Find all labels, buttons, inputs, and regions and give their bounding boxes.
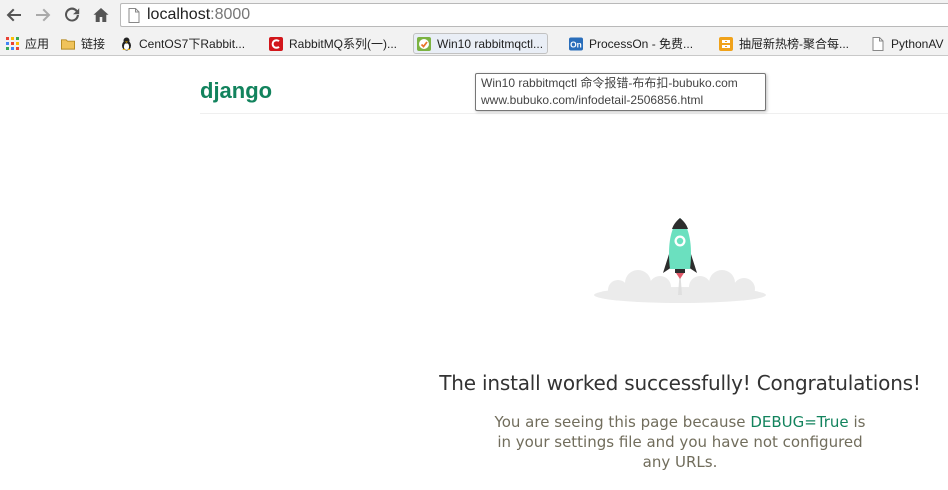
processon-icon: On <box>569 36 583 51</box>
bubuko-icon <box>417 36 431 51</box>
folder-icon <box>61 37 75 51</box>
bookmark-label: 抽屉新热榜-聚合每... <box>739 37 849 51</box>
page-icon <box>128 8 140 27</box>
bookmark-apps[interactable]: 应用 <box>5 32 49 55</box>
chouti-icon <box>719 36 733 51</box>
back-arrow-icon[interactable] <box>3 4 25 26</box>
rocket-icon <box>594 218 766 303</box>
bookmark-label: 链接 <box>81 37 106 51</box>
bookmarks-bar: 应用 链接 CentOS7下Rabbit... RabbitMQ系列(一)...… <box>0 32 948 56</box>
cnblogs-icon <box>269 36 283 51</box>
reload-icon[interactable] <box>61 4 83 26</box>
bookmark-label: Win10 rabbitmqctl... <box>437 36 544 51</box>
bookmark-pythonav[interactable]: PythonAV <box>871 32 943 55</box>
linux-tux-icon <box>119 37 133 51</box>
tooltip-title: Win10 rabbitmqctl 命令报错-布布扣-bubuko.com <box>481 76 738 90</box>
address-bar[interactable]: localhost:8000 <box>120 3 948 27</box>
home-icon[interactable] <box>90 4 112 26</box>
bookmark-label: 应用 <box>25 37 50 51</box>
page-icon <box>871 36 885 51</box>
bookmark-label: RabbitMQ系列(一)... <box>289 37 398 51</box>
bookmark-win10-rabbitmqctl[interactable]: Win10 rabbitmqctl... <box>413 33 549 54</box>
bookmark-tooltip: Win10 rabbitmqctl 命令报错-布布扣-bubuko.com ww… <box>475 73 766 111</box>
bookmark-rabbitmq[interactable]: RabbitMQ系列(一)... <box>269 32 397 55</box>
bookmark-label: CentOS7下Rabbit... <box>139 37 246 51</box>
url-text[interactable]: localhost:8000 <box>147 6 250 24</box>
sub-text-before: You are seeing this page because <box>494 413 751 431</box>
debug-setting: DEBUG=True <box>750 413 849 431</box>
forward-arrow-icon[interactable] <box>32 4 54 26</box>
url-host: localhost <box>147 6 211 23</box>
rocket-illustration <box>590 213 770 305</box>
apps-grid-icon <box>5 37 19 51</box>
debug-explanation: You are seeing this page because DEBUG=T… <box>486 412 874 472</box>
bookmark-processon[interactable]: On ProcessOn - 免费... <box>569 32 693 55</box>
header-divider <box>200 113 948 114</box>
bookmark-label: PythonAV <box>891 36 944 51</box>
django-logo[interactable]: django <box>200 78 272 104</box>
browser-toolbar: localhost:8000 <box>0 0 948 32</box>
bookmark-chouti[interactable]: 抽屉新热榜-聚合每... <box>719 32 849 55</box>
bookmark-folder-links[interactable]: 链接 <box>61 32 105 55</box>
url-port: :8000 <box>210 6 251 23</box>
tooltip-url: www.bubuko.com/infodetail-2506856.html <box>481 93 704 107</box>
success-headline: The install worked successfully! Congrat… <box>439 371 921 395</box>
bookmark-label: ProcessOn - 免费... <box>589 37 694 51</box>
bookmark-centos[interactable]: CentOS7下Rabbit... <box>119 32 245 55</box>
svg-text:On: On <box>570 39 582 49</box>
